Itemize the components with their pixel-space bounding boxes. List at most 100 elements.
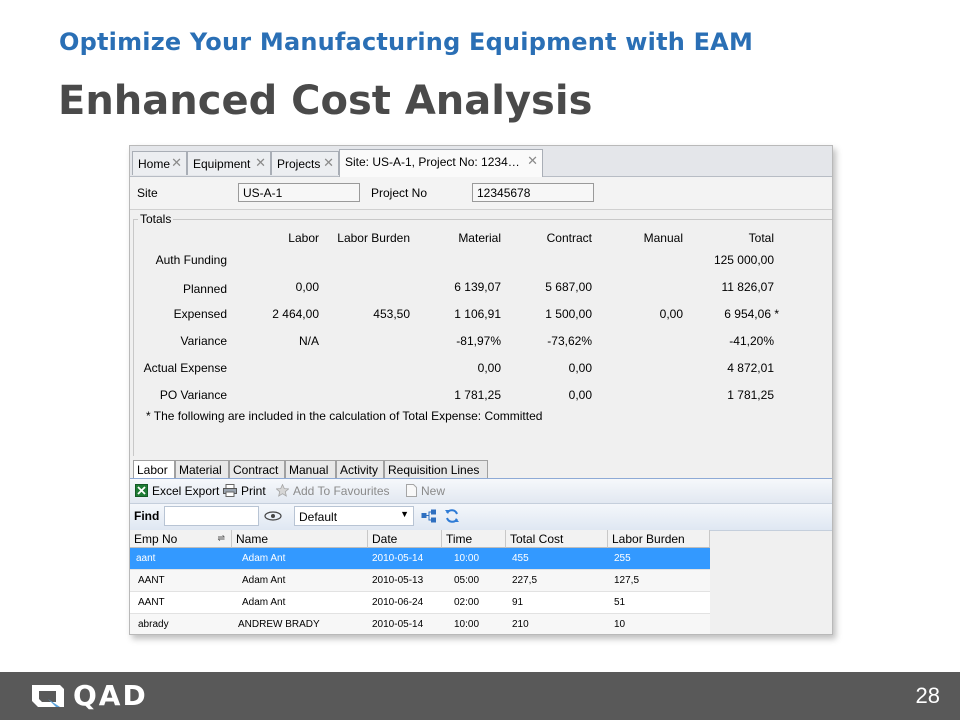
site-label: Site xyxy=(137,186,158,200)
total-cost-cell: 455 xyxy=(512,553,529,564)
col-header-manual: Manual xyxy=(643,231,683,245)
totals-legend: Totals xyxy=(138,212,174,226)
total-cell: 6 954,06 * xyxy=(724,307,779,321)
tab-activity[interactable]: Activity xyxy=(336,460,384,478)
material-cell: 6 139,07 xyxy=(454,280,501,294)
contract-cell: 5 687,00 xyxy=(545,280,592,294)
date-cell: 2010-05-14 xyxy=(372,619,424,630)
tab-labor[interactable]: Labor xyxy=(133,460,175,478)
name-cell: ANDREW BRADY xyxy=(238,619,320,630)
col-header-contract: Contract xyxy=(546,231,592,245)
slide-title: Enhanced Cost Analysis xyxy=(58,78,593,124)
tab-bar: Home ✕ Equipment ✕ Projects ✕ Site: US-A-1,… xyxy=(130,146,832,177)
hierarchy-icon xyxy=(421,509,436,523)
tab-site-project[interactable]: Site: US-A-1, Project No: 1234… ✕ xyxy=(339,149,543,177)
total-cost-cell: 227,5 xyxy=(512,575,538,586)
total-cell: -41,20% xyxy=(729,334,774,348)
grid-header-date[interactable]: Date xyxy=(368,530,442,548)
slide-subtitle: Optimize Your Manufacturing Equipment wi… xyxy=(59,28,754,56)
find-input[interactable] xyxy=(164,506,259,526)
tab-label: Site: US-A-1, Project No: 1234… xyxy=(345,155,520,169)
col-header-material: Material xyxy=(458,231,501,245)
tab-contract[interactable]: Contract xyxy=(229,460,285,478)
grid-toolbar: Excel Export Print Add To Favourites New xyxy=(130,479,832,504)
table-row[interactable]: AANT Adam Ant 2010-05-13 05:00 227,5 127… xyxy=(130,570,710,592)
close-icon[interactable]: ✕ xyxy=(255,155,266,171)
name-cell: Adam Ant xyxy=(242,597,286,608)
row-label-actual-expense: Actual Expense xyxy=(143,361,227,375)
add-to-favourites-button[interactable]: Add To Favourites xyxy=(276,484,390,498)
qad-logo-icon xyxy=(30,681,66,716)
refresh-arrows-icon xyxy=(445,509,459,523)
tab-material[interactable]: Material xyxy=(175,460,229,478)
app-screenshot: Home ✕ Equipment ✕ Projects ✕ Site: US-A-1,… xyxy=(129,145,833,635)
excel-icon xyxy=(135,484,148,497)
tab-requisition-lines[interactable]: Requisition Lines xyxy=(384,460,488,478)
tab-manual[interactable]: Manual xyxy=(285,460,336,478)
total-cost-cell: 91 xyxy=(512,597,524,608)
total-cell: 125 000,00 xyxy=(713,253,774,267)
printer-icon xyxy=(223,484,237,497)
close-icon[interactable]: ✕ xyxy=(171,155,182,171)
site-header: Site US-A-1 Project No 12345678 xyxy=(130,177,832,210)
grid-header-label: Emp No xyxy=(134,532,178,546)
close-icon[interactable]: ✕ xyxy=(323,155,334,171)
row-label-planned: Planned xyxy=(182,282,227,296)
table-row[interactable]: AANT Adam Ant 2010-06-24 02:00 91 51 xyxy=(130,592,710,614)
chevron-down-icon: ▼ xyxy=(400,509,409,519)
eye-icon[interactable] xyxy=(264,510,282,524)
site-field[interactable]: US-A-1 xyxy=(238,183,360,202)
row-label-variance: Variance xyxy=(180,334,227,348)
grid-header-labor-burden[interactable]: Labor Burden xyxy=(608,530,710,548)
grid-header-emp-no[interactable]: Emp No ⇌ xyxy=(130,530,232,548)
col-header-total: Total xyxy=(748,231,774,245)
qad-logo-mark xyxy=(32,685,64,707)
qad-logo-text: QAD xyxy=(73,679,148,712)
labor-burden-cell: 51 xyxy=(614,597,626,608)
new-button[interactable]: New xyxy=(406,484,445,498)
new-document-icon xyxy=(406,484,417,497)
col-header-labor-burden: Labor Burden xyxy=(337,231,410,245)
material-cell: 1 781,25 xyxy=(454,388,501,402)
emp-no-cell: AANT xyxy=(138,575,165,586)
total-cell: 4 872,01 xyxy=(727,361,774,375)
emp-no-cell: AANT xyxy=(138,597,165,608)
emp-no-cell: aant xyxy=(136,553,156,564)
time-cell: 05:00 xyxy=(454,575,480,586)
grid-header-time[interactable]: Time xyxy=(442,530,506,548)
totals-footnote: * The following are included in the calc… xyxy=(146,409,543,423)
time-cell: 10:00 xyxy=(454,553,480,564)
excel-export-button[interactable]: Excel Export xyxy=(135,484,219,498)
new-label: New xyxy=(421,484,446,498)
tab-projects[interactable]: Projects ✕ xyxy=(271,151,339,175)
project-no-field[interactable]: 12345678 xyxy=(472,183,594,202)
refresh-icon[interactable] xyxy=(444,508,460,527)
name-cell: Adam Ant xyxy=(242,553,286,564)
contract-cell: 0,00 xyxy=(568,388,592,402)
labor-burden-cell: 127,5 xyxy=(614,575,640,586)
page-number: 28 xyxy=(915,683,940,708)
print-button[interactable]: Print xyxy=(223,484,266,498)
tree-view-icon[interactable] xyxy=(421,509,437,526)
total-cell: 1 781,25 xyxy=(727,388,774,402)
tab-home[interactable]: Home ✕ xyxy=(132,151,187,175)
table-row[interactable]: aant Adam Ant 2010-05-14 10:00 455 255 xyxy=(130,548,710,570)
view-select-value: Default xyxy=(299,510,338,524)
date-cell: 2010-05-13 xyxy=(372,575,424,586)
view-select[interactable]: Default ▼ xyxy=(294,506,414,526)
grid-header-total-cost[interactable]: Total Cost xyxy=(506,530,608,548)
material-cell: -81,97% xyxy=(456,334,501,348)
material-cell: 0,00 xyxy=(477,361,501,375)
labor-burden-cell: 453,50 xyxy=(373,307,410,321)
table-row[interactable]: abrady ANDREW BRADY 2010-05-14 10:00 210… xyxy=(130,614,710,634)
date-cell: 2010-06-24 xyxy=(372,597,424,608)
row-label-po-variance: PO Variance xyxy=(159,388,227,402)
labor-cell: N/A xyxy=(298,334,319,348)
manual-cell: 0,00 xyxy=(659,307,683,321)
tab-label: Equipment xyxy=(193,157,251,171)
contract-cell: 1 500,00 xyxy=(545,307,592,321)
close-icon[interactable]: ✕ xyxy=(527,153,538,169)
grid-header-name[interactable]: Name xyxy=(232,530,368,548)
tab-equipment[interactable]: Equipment ✕ xyxy=(187,151,271,175)
filter-icon[interactable]: ⇌ xyxy=(217,533,225,544)
